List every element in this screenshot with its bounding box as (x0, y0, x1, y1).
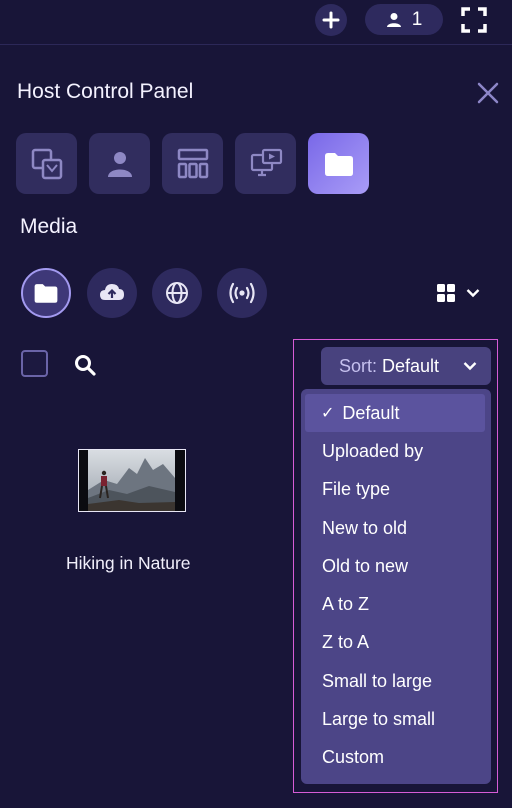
participant-count: 1 (411, 8, 423, 30)
media-source-web-button[interactable] (152, 268, 202, 318)
layout-icon (31, 148, 62, 179)
sort-option-label: New to old (322, 517, 408, 538)
media-section-label: Media (20, 215, 78, 238)
sort-option-label: File type (322, 479, 391, 500)
grid-icon (177, 148, 208, 178)
tool-participant-button[interactable] (89, 133, 150, 194)
globe-icon (166, 282, 188, 304)
person-icon (386, 12, 401, 27)
media-thumbnail[interactable] (78, 449, 186, 512)
check-icon: ✓ (321, 405, 335, 423)
cloud-upload-icon (100, 284, 124, 300)
sort-option-label: Old to new (322, 555, 409, 576)
media-source-stream-button[interactable] (217, 268, 267, 318)
tool-layout-button[interactable] (16, 133, 77, 194)
plus-icon (322, 11, 340, 29)
media-source-folder-button[interactable] (21, 268, 71, 318)
view-mode-toggle[interactable] (436, 281, 484, 305)
sort-option-label: Default (342, 402, 400, 423)
search-icon (75, 355, 96, 376)
sort-option-large-to-small[interactable]: Large to small (305, 700, 485, 738)
broadcast-icon (229, 282, 255, 304)
sort-option-new-to-old[interactable]: New to old (305, 509, 485, 547)
chevron-down-icon (463, 362, 477, 371)
folder-icon (34, 284, 58, 303)
sort-value: Default (382, 355, 440, 376)
fullscreen-icon (461, 7, 487, 33)
sort-option-file-type[interactable]: File type (305, 471, 485, 509)
close-icon (477, 82, 499, 104)
panel-title: Host Control Panel (17, 80, 194, 103)
sort-menu: ✓ Default Uploaded by File type New to o… (301, 389, 491, 784)
fullscreen-button[interactable] (460, 6, 488, 34)
person-icon (107, 151, 132, 177)
add-button[interactable] (315, 4, 347, 36)
sort-option-label: A to Z (322, 594, 370, 615)
sort-option-uploaded-by[interactable]: Uploaded by (305, 432, 485, 470)
screen-share-icon (250, 148, 282, 176)
media-file-name: Hiking in Nature (66, 553, 191, 573)
sort-prefix: Sort: (339, 355, 378, 376)
folder-icon (324, 152, 353, 176)
sort-option-label: Custom (322, 747, 385, 768)
participants-button[interactable]: 1 (365, 4, 443, 35)
sort-option-default[interactable]: ✓ Default (305, 394, 485, 433)
chevron-down-icon (466, 289, 480, 298)
sort-option-label: Uploaded by (322, 440, 424, 461)
landscape-thumbnail-image (79, 450, 185, 511)
tool-media-button[interactable] (308, 133, 369, 194)
sort-option-z-to-a[interactable]: Z to A (305, 624, 485, 662)
sort-option-a-to-z[interactable]: A to Z (305, 585, 485, 623)
grid-view-icon (437, 284, 455, 302)
sort-option-old-to-new[interactable]: Old to new (305, 547, 485, 585)
tool-grid-button[interactable] (162, 133, 223, 194)
select-all-checkbox[interactable] (21, 350, 48, 377)
sort-option-label: Z to A (322, 632, 370, 653)
sort-option-small-to-large[interactable]: Small to large (305, 662, 485, 700)
sort-option-custom[interactable]: Custom (305, 739, 485, 777)
search-button[interactable] (73, 353, 97, 377)
sort-option-label: Large to small (322, 709, 436, 730)
sort-option-label: Small to large (322, 670, 433, 691)
media-source-upload-button[interactable] (87, 268, 137, 318)
tool-screen-share-button[interactable] (235, 133, 296, 194)
top-bar: 1 (0, 0, 512, 45)
sort-dropdown-button[interactable]: Sort: Default (321, 347, 491, 385)
close-button[interactable] (476, 81, 500, 105)
